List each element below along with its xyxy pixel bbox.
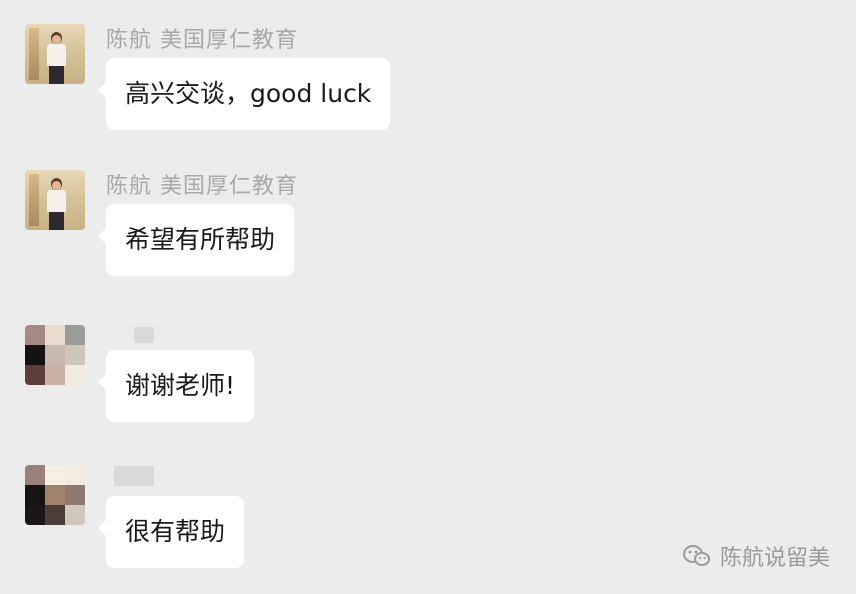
avatar-pixel — [45, 505, 65, 525]
avatar-pixel — [25, 345, 45, 365]
account-watermark: 陈航说留美 — [682, 540, 830, 572]
avatar-pixel — [45, 365, 65, 385]
sender-name: 陈航 美国厚仁教育 — [106, 28, 298, 53]
message-bubble[interactable]: 很有帮助 — [97, 496, 245, 568]
wechat-official-account-icon — [682, 543, 712, 569]
sender-avatar[interactable] — [25, 325, 85, 385]
avatar-pixel — [45, 345, 65, 365]
avatar-pixel — [65, 345, 85, 365]
sender-name: 陈航 美国厚仁教育 — [106, 174, 298, 199]
avatar-pixel — [65, 325, 85, 345]
sender-avatar[interactable] — [25, 24, 85, 84]
message-bubble[interactable]: 高兴交谈，good luck — [97, 58, 391, 130]
sender-avatar[interactable] — [25, 170, 85, 230]
avatar-pixel — [45, 325, 65, 345]
watermark-text: 陈航说留美 — [719, 546, 830, 571]
message-bubble[interactable]: 谢谢老师! — [97, 350, 255, 422]
avatar-pixel — [65, 485, 85, 505]
avatar-pixel — [25, 365, 45, 385]
sender-name-redacted — [134, 327, 154, 343]
avatar-pixel — [65, 505, 85, 525]
avatar-pixel — [45, 465, 65, 485]
avatar-pixel — [25, 485, 45, 505]
avatar-pixel — [65, 465, 85, 485]
avatar-pixel — [25, 325, 45, 345]
avatar-pixel — [25, 505, 45, 525]
avatar-pixel — [45, 485, 65, 505]
sender-name-redacted — [114, 466, 154, 486]
message-bubble[interactable]: 希望有所帮助 — [97, 204, 295, 276]
sender-avatar[interactable] — [25, 465, 85, 525]
avatar-pixel — [65, 365, 85, 385]
avatar-pixel — [25, 465, 45, 485]
chat-history: 陈航 美国厚仁教育 高兴交谈，good luck 陈航 美国厚仁教育 希望有所帮… — [0, 0, 856, 594]
